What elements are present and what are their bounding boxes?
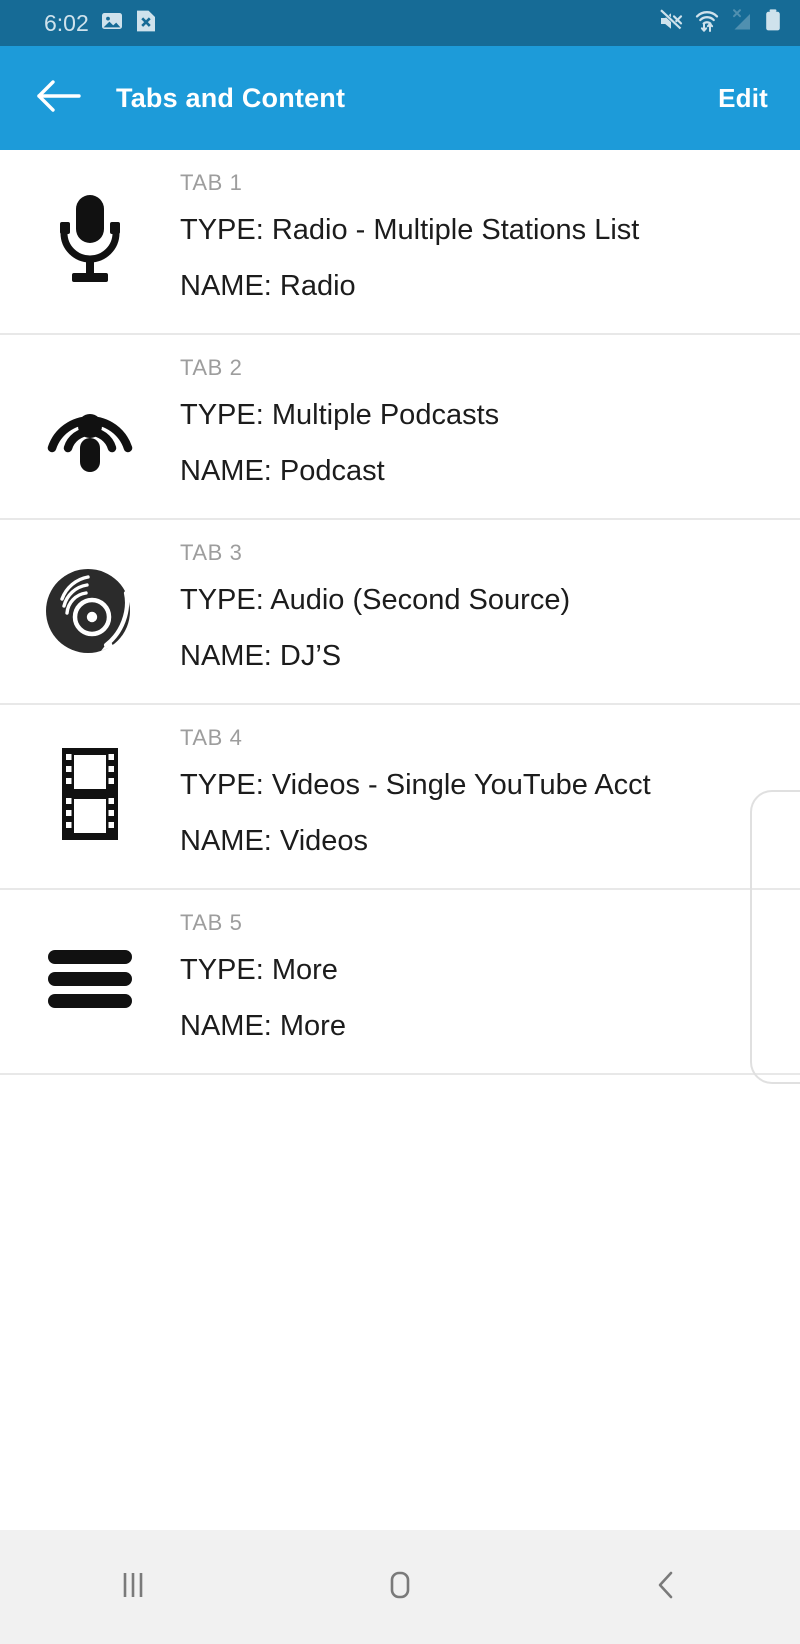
row-text-cell: TAB 4 TYPE: Videos - Single YouTube Acct…	[180, 705, 800, 856]
page-title: Tabs and Content	[116, 82, 346, 113]
mute-icon	[658, 8, 684, 39]
row-icon-cell	[0, 890, 180, 1073]
tab-name-line: NAME: More	[180, 1010, 346, 1042]
tab-index-label: TAB 3	[180, 540, 243, 565]
recents-icon	[115, 1567, 151, 1608]
hamburger-menu-icon	[44, 944, 136, 1019]
status-bar: 6:02	[0, 0, 800, 46]
tab-type-line: TYPE: Radio - Multiple Stations List	[180, 214, 640, 246]
scrollbar[interactable]	[750, 790, 800, 1084]
tab-type-line: TYPE: More	[180, 954, 338, 986]
file-x-icon	[135, 9, 157, 38]
arrow-left-icon	[35, 78, 81, 119]
table-row[interactable]: TAB 5 TYPE: More NAME: More	[0, 890, 800, 1075]
filmstrip-icon	[49, 744, 131, 849]
wifi-data-icon	[694, 8, 720, 39]
row-text-cell: TAB 1 TYPE: Radio - Multiple Stations Li…	[180, 150, 800, 301]
row-icon-cell	[0, 520, 180, 703]
table-row[interactable]: TAB 4 TYPE: Videos - Single YouTube Acct…	[0, 705, 800, 890]
tabs-list: TAB 1 TYPE: Radio - Multiple Stations Li…	[0, 150, 800, 1530]
table-row[interactable]: TAB 1 TYPE: Radio - Multiple Stations Li…	[0, 150, 800, 335]
back-button-nav[interactable]	[533, 1530, 800, 1644]
app-bar: Tabs and Content Edit	[0, 46, 800, 150]
phone-screen: 6:02 Tabs and Content Edit TAB 1 TYPE: R…	[0, 0, 800, 1644]
tab-type-line: TYPE: Audio (Second Source)	[180, 584, 571, 616]
home-icon	[382, 1567, 418, 1608]
vinyl-record-icon	[40, 559, 140, 664]
tab-index-label: TAB 4	[180, 725, 243, 750]
row-text-cell: TAB 2 TYPE: Multiple Podcasts NAME: Podc…	[180, 335, 800, 486]
table-row[interactable]: TAB 3 TYPE: Audio (Second Source) NAME: …	[0, 520, 800, 705]
tab-name-line: NAME: Radio	[180, 270, 356, 302]
back-icon	[649, 1567, 685, 1608]
row-icon-cell	[0, 705, 180, 888]
system-navigation-bar	[0, 1530, 800, 1644]
tab-name-line: NAME: Videos	[180, 825, 369, 857]
row-text-cell: TAB 3 TYPE: Audio (Second Source) NAME: …	[180, 520, 800, 671]
status-clock: 6:02	[44, 9, 89, 36]
table-row[interactable]: TAB 2 TYPE: Multiple Podcasts NAME: Podc…	[0, 335, 800, 520]
tab-type-line: TYPE: Videos - Single YouTube Acct	[180, 769, 651, 801]
tab-index-label: TAB 5	[180, 910, 243, 935]
tab-name-line: NAME: Podcast	[180, 455, 385, 487]
no-signal-icon	[730, 8, 754, 39]
tab-index-label: TAB 2	[180, 355, 243, 380]
image-icon	[100, 9, 124, 38]
recents-button[interactable]	[0, 1530, 267, 1644]
edit-button[interactable]: Edit	[714, 75, 772, 122]
podcast-icon	[42, 374, 138, 479]
row-icon-cell	[0, 335, 180, 518]
row-text-cell: TAB 5 TYPE: More NAME: More	[180, 890, 800, 1041]
tab-name-line: NAME: DJ’S	[180, 640, 342, 672]
home-button[interactable]	[267, 1530, 534, 1644]
battery-icon	[764, 8, 782, 39]
row-icon-cell	[0, 150, 180, 333]
status-bar-left: 6:02	[44, 9, 157, 38]
status-bar-right	[658, 8, 782, 39]
tab-type-line: TYPE: Multiple Podcasts	[180, 399, 500, 431]
back-button[interactable]	[30, 70, 86, 126]
tab-index-label: TAB 1	[180, 170, 243, 195]
microphone-icon	[44, 189, 136, 294]
